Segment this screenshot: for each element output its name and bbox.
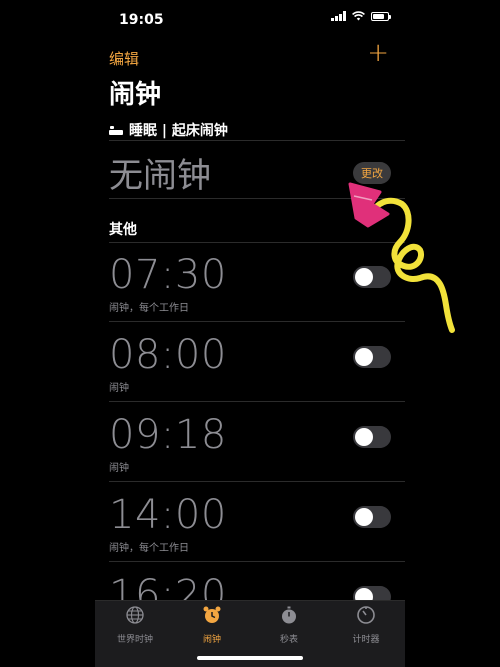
tab-stopwatch[interactable]: 秒表 <box>254 605 324 645</box>
alarm-clock-icon <box>203 606 221 623</box>
tab-alarm[interactable]: 闹钟 <box>177 605 247 645</box>
tab-bar: 世界时钟 闹钟 秒表 计时器 <box>95 600 405 667</box>
bed-icon <box>109 125 123 135</box>
alarm-toggle[interactable] <box>353 506 391 528</box>
alarm-subtitle: 闹钟 <box>109 463 129 474</box>
battery-icon <box>371 11 391 21</box>
alarm-toggle[interactable] <box>353 426 391 448</box>
alarm-row[interactable]: 08:00 闹钟 <box>109 322 405 402</box>
alarm-time: 07:30 <box>109 252 227 298</box>
home-indicator <box>197 656 303 660</box>
stopwatch-icon <box>282 606 296 624</box>
tab-world-clock[interactable]: 世界时钟 <box>100 605 170 645</box>
status-icons <box>331 11 391 21</box>
add-alarm-button[interactable]: + <box>367 38 389 68</box>
alarm-time: 14:00 <box>109 492 227 538</box>
tab-timer[interactable]: 计时器 <box>331 605 401 645</box>
alarm-subtitle: 闹钟，每个工作日 <box>109 303 189 314</box>
alarm-subtitle: 闹钟，每个工作日 <box>109 543 189 554</box>
other-section-label: 其他 <box>109 222 137 238</box>
alarm-row[interactable]: 09:18 闹钟 <box>109 402 405 482</box>
sleep-label-text: 睡眠 | 起床闹钟 <box>129 123 228 139</box>
tab-label: 闹钟 <box>202 635 221 645</box>
alarm-row[interactable]: 14:00 闹钟，每个工作日 <box>109 482 405 562</box>
alarm-time: 09:18 <box>109 412 227 458</box>
wifi-icon <box>352 11 365 21</box>
no-alarm-text: 无闹钟 <box>109 156 211 196</box>
alarm-toggle[interactable] <box>353 346 391 368</box>
tab-label: 世界时钟 <box>116 635 153 645</box>
alarm-time: 08:00 <box>109 332 227 378</box>
edit-button[interactable]: 编辑 <box>109 48 139 69</box>
globe-icon <box>126 606 144 624</box>
divider <box>109 140 405 141</box>
tab-label: 秒表 <box>279 635 298 645</box>
alarm-row[interactable]: 07:30 闹钟，每个工作日 <box>109 242 405 322</box>
page-title: 闹钟 <box>109 80 162 110</box>
tab-label: 计时器 <box>352 635 380 645</box>
divider <box>109 198 405 199</box>
alarm-toggle[interactable] <box>353 266 391 288</box>
sleep-section-label: 睡眠 | 起床闹钟 <box>109 120 228 140</box>
alarm-subtitle: 闹钟 <box>109 383 129 394</box>
clock-app-screen: 19:05 编辑 + 闹钟 睡眠 | 起床闹钟 无闹钟 更改 其他 07:30 … <box>95 0 405 667</box>
signal-icon <box>331 11 346 21</box>
status-time: 19:05 <box>119 12 164 28</box>
timer-icon <box>357 606 375 624</box>
change-sleep-button[interactable]: 更改 <box>353 162 391 184</box>
